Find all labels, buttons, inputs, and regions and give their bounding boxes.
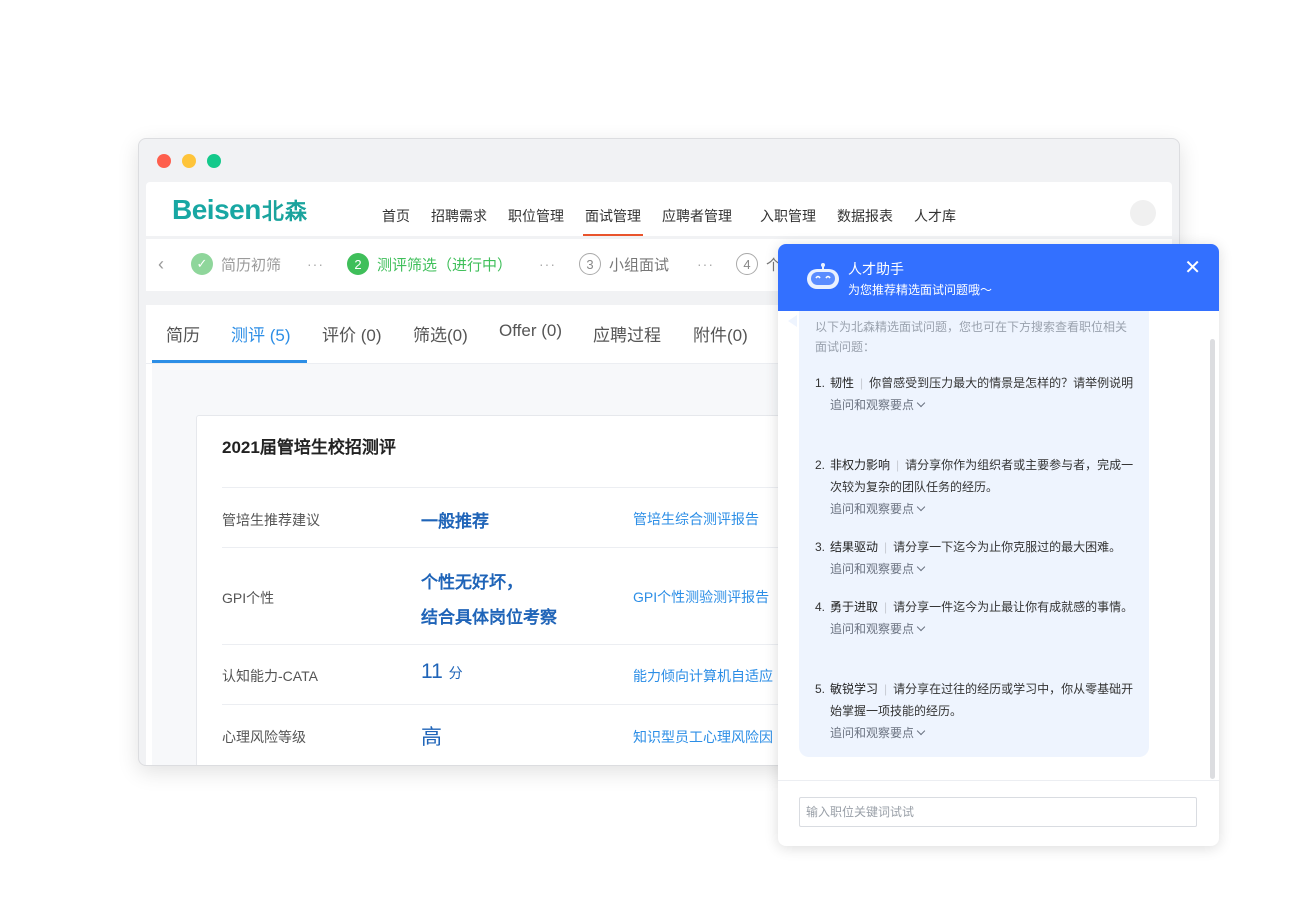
report-link[interactable]: 管培生综合测评报告 [633,509,759,529]
step-resume-screen[interactable]: ✓ 简历初筛 [191,253,281,275]
question-item: 4. 勇于进取 | 请分享一件迄今为止最让你有成就感的事情。 追问和观察要点 [815,596,1135,640]
check-icon: ✓ [191,253,213,275]
chevron-left-icon[interactable]: ‹ [158,254,164,275]
follow-up-toggle[interactable]: 追问和观察要点 [830,722,1135,744]
question-tag: 敏锐学习 [830,682,879,696]
window-close-dot[interactable] [157,154,171,168]
logo-text: Beisen [172,194,261,225]
row-value-line2: 结合具体岗位考察 [421,608,557,627]
talent-assistant-panel: 人才助手 为您推荐精选面试问题哦～ ✕ 以下为北森精选面试问题，您也可在下方搜索… [778,244,1219,846]
report-link[interactable]: GPI个性测验测评报告 [633,587,769,607]
question-number: 5. [815,682,826,696]
nav-item-talent-pool[interactable]: 人才库 [906,182,964,236]
robot-icon [807,263,839,289]
step-number: 3 [579,253,601,275]
question-item: 5. 敏锐学习 | 请分享在过往的经历或学习中，你从零基础开始掌握一项技能的经历。 … [815,678,1135,744]
question-item: 3. 结果驱动 | 请分享一下迄今为止你克服过的最大困难。 追问和观察要点 [815,536,1135,580]
scrollbar[interactable] [1210,339,1215,779]
question-number: 4. [815,600,826,614]
question-item: 2. 非权力影响 | 请分享你作为组织者或主要参与者，完成一次较为复杂的团队任务的经… [815,454,1135,520]
follow-up-toggle[interactable]: 追问和观察要点 [830,558,1135,580]
search-input[interactable] [799,797,1197,827]
nav-menu: 首页 招聘需求 职位管理 面试管理 应聘者管理 入职管理 数据报表 人才库 [374,182,969,236]
step-group-interview[interactable]: 3 小组面试 [579,253,669,275]
tab-evaluation[interactable]: 评价 (0) [322,321,382,346]
assistant-subtitle: 为您推荐精选面试问题哦～ [848,283,993,297]
report-link[interactable]: 能力倾向计算机自适应 [633,666,773,686]
step-separator: ··· [697,256,714,272]
assistant-header: 人才助手 为您推荐精选面试问题哦～ ✕ [778,244,1219,311]
close-icon[interactable]: ✕ [1184,258,1201,278]
step-number: 2 [347,253,369,275]
row-label: 管培生推荐建议 [222,512,320,528]
question-tag: 非权力影响 [830,458,891,472]
chevron-down-icon [916,398,926,408]
intro-text: 以下为北森精选面试问题，您也可在下方搜索查看职位相关面试问题： [815,320,1128,354]
chevron-down-icon [916,502,926,512]
row-value: 高 [421,726,442,749]
step-separator: ··· [307,256,324,272]
question-text: 请分享一件迄今为止最让你有成就感的事情。 [893,600,1134,614]
nav-item-onboarding[interactable]: 入职管理 [752,182,824,236]
message-bubble: 以下为北森精选面试问题，您也可在下方搜索查看职位相关面试问题： 1. 韧性 | 你曾… [799,311,1149,757]
chevron-down-icon [916,726,926,736]
row-label: 心理风险等级 [222,729,306,745]
beisen-logo[interactable]: Beisen北森 [172,194,308,226]
tab-process[interactable]: 应聘过程 [593,321,661,346]
follow-up-toggle[interactable]: 追问和观察要点 [830,618,1135,640]
nav-item-applicant[interactable]: 应聘者管理 [654,182,740,236]
row-value-line1: 个性无好坏， [421,573,523,592]
active-tab-indicator [152,360,307,363]
row-value: 一般推荐 [421,512,489,531]
tab-offer[interactable]: Offer (0) [499,321,562,341]
row-label: GPI个性 [222,590,275,606]
score-number: 11 [421,660,443,683]
report-link[interactable]: 知识型员工心理风险因 [633,727,773,747]
divider [778,780,1219,781]
step-4[interactable]: 4 个 [736,253,781,275]
question-number: 2. [815,458,826,472]
nav-item-reports[interactable]: 数据报表 [829,182,901,236]
top-navigation: Beisen北森 首页 招聘需求 职位管理 面试管理 应聘者管理 入职管理 数据… [146,182,1172,236]
row-value: 11 分 [421,660,463,684]
question-text: 你曾感受到压力最大的情景是怎样的？请举例说明 [869,376,1134,390]
nav-item-recruit-demand[interactable]: 招聘需求 [423,182,495,236]
card-title: 2021届管培生校招测评 [222,438,396,457]
tab-screening[interactable]: 筛选(0) [413,321,468,346]
step-assessment[interactable]: 2 测评筛选（进行中） [347,253,512,275]
question-item: 1. 韧性 | 你曾感受到压力最大的情景是怎样的？请举例说明 追问和观察要点 [815,372,1135,416]
question-tag: 韧性 [830,376,855,390]
step-label: 测评筛选（进行中） [377,256,513,274]
tab-assessment[interactable]: 测评 (5) [231,321,291,346]
nav-item-interview[interactable]: 面试管理 [577,182,649,236]
step-label: 简历初筛 [221,256,282,274]
window-minimize-dot[interactable] [182,154,196,168]
question-number: 3. [815,540,826,554]
bubble-tail [788,315,797,327]
score-unit: 分 [448,665,463,681]
avatar[interactable] [1130,200,1156,226]
chevron-down-icon [916,622,926,632]
nav-item-position[interactable]: 职位管理 [500,182,572,236]
question-number: 1. [815,376,826,390]
step-label: 小组面试 [609,256,670,274]
nav-item-home[interactable]: 首页 [374,182,418,236]
step-separator: ··· [539,256,556,272]
follow-up-toggle[interactable]: 追问和观察要点 [830,498,1135,520]
chevron-down-icon [916,562,926,572]
question-tag: 勇于进取 [830,600,879,614]
tab-resume[interactable]: 简历 [166,321,200,346]
window-maximize-dot[interactable] [207,154,221,168]
row-label: 认知能力-CATA [222,668,318,684]
question-tag: 结果驱动 [830,540,879,554]
tab-attachments[interactable]: 附件(0) [693,321,748,346]
step-number: 4 [736,253,758,275]
assistant-title: 人才助手 [848,261,904,277]
question-text: 请分享一下迄今为止你克服过的最大困难。 [893,540,1122,554]
logo-cn-text: 北森 [261,199,308,224]
follow-up-toggle[interactable]: 追问和观察要点 [830,394,1135,416]
